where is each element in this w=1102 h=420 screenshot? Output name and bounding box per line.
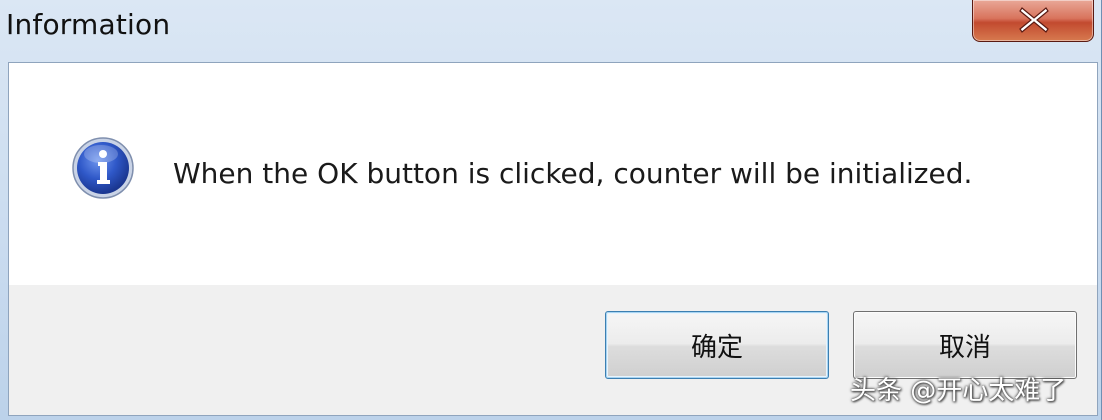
message-area: When the OK button is clicked, counter w…: [9, 63, 1097, 285]
dialog-message: When the OK button is clicked, counter w…: [173, 157, 973, 190]
close-x-icon: [1019, 7, 1049, 33]
close-button[interactable]: [972, 0, 1094, 42]
dialog-window: Information When the OK button is clicke…: [0, 0, 1102, 420]
ok-button[interactable]: 确定: [605, 311, 829, 379]
cancel-button[interactable]: 取消: [853, 311, 1077, 379]
title-bar[interactable]: Information: [0, 0, 1102, 60]
dialog-body: When the OK button is clicked, counter w…: [8, 62, 1098, 416]
watermark: 头条 @开心太难了: [850, 376, 1067, 406]
window-title: Information: [6, 8, 171, 41]
info-icon: [72, 137, 134, 199]
